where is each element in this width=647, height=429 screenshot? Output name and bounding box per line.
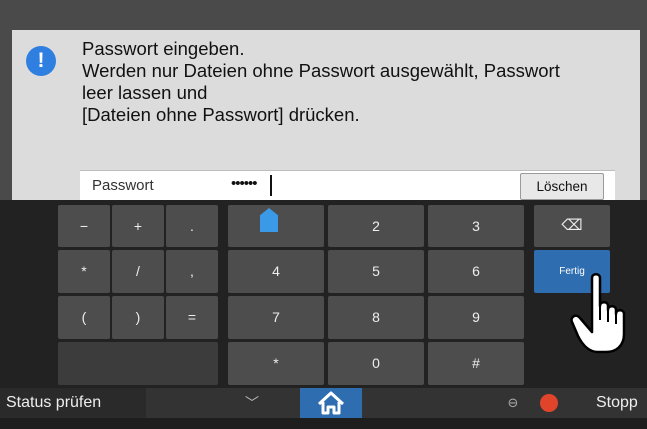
key-2[interactable]: 2 [328, 205, 424, 247]
key-8[interactable]: 8 [328, 296, 424, 339]
key-hash[interactable]: # [428, 342, 524, 385]
dialog-message: Passwort eingeben. Werden nur Dateien oh… [82, 38, 622, 126]
backspace-key[interactable]: ⌫ [534, 205, 610, 247]
key-dot[interactable]: . [166, 205, 218, 247]
key-close-paren[interactable]: ) [112, 296, 164, 339]
key-3[interactable]: 3 [428, 205, 524, 247]
key-space[interactable] [58, 342, 218, 385]
key-9[interactable]: 9 [428, 296, 524, 339]
collapse-keypad-button[interactable]: ﹀ [232, 388, 272, 418]
clear-button[interactable]: Löschen [520, 173, 604, 200]
key-slash[interactable]: / [112, 250, 164, 293]
key-equals[interactable]: = [166, 296, 218, 339]
message-line: Passwort eingeben. [82, 38, 245, 59]
key-5[interactable]: 5 [328, 250, 424, 293]
keypad: − + . * / , ( ) = 1 2 3 4 5 6 7 8 9 * 0 … [0, 200, 647, 388]
status-bar: Status prüfen ﹀ ⊖ Stopp [0, 388, 647, 418]
backspace-icon: ⌫ [561, 217, 583, 234]
key-star[interactable]: * [228, 342, 324, 385]
message-line: [Dateien ohne Passwort] drücken. [82, 104, 360, 125]
message-line: leer lassen und [82, 82, 208, 103]
pointer-hand-icon [570, 273, 626, 354]
key-plus[interactable]: + [112, 205, 164, 247]
key-open-paren[interactable]: ( [58, 296, 110, 339]
memory-icon: ⊖ [507, 395, 519, 410]
status-check-button[interactable]: Status prüfen [0, 388, 146, 418]
key-comma[interactable]: , [166, 250, 218, 293]
message-line: Werden nur Dateien ohne Passwort ausgewä… [82, 60, 560, 81]
home-button[interactable] [300, 388, 362, 418]
home-icon [317, 391, 345, 415]
info-icon: ! [26, 46, 56, 76]
password-field[interactable]: Passwort •••••• Löschen [80, 170, 615, 201]
text-cursor [270, 175, 272, 196]
key-7[interactable]: 7 [228, 296, 324, 339]
key-6[interactable]: 6 [428, 250, 524, 293]
password-label: Passwort [92, 177, 154, 194]
key-4[interactable]: 4 [228, 250, 324, 293]
password-input[interactable]: •••••• [231, 175, 257, 192]
key-minus[interactable]: − [58, 205, 110, 247]
key-asterisk[interactable]: * [58, 250, 110, 293]
key-0[interactable]: 0 [328, 342, 424, 385]
stop-button[interactable]: Stopp [596, 388, 638, 418]
stop-icon[interactable] [540, 394, 558, 412]
